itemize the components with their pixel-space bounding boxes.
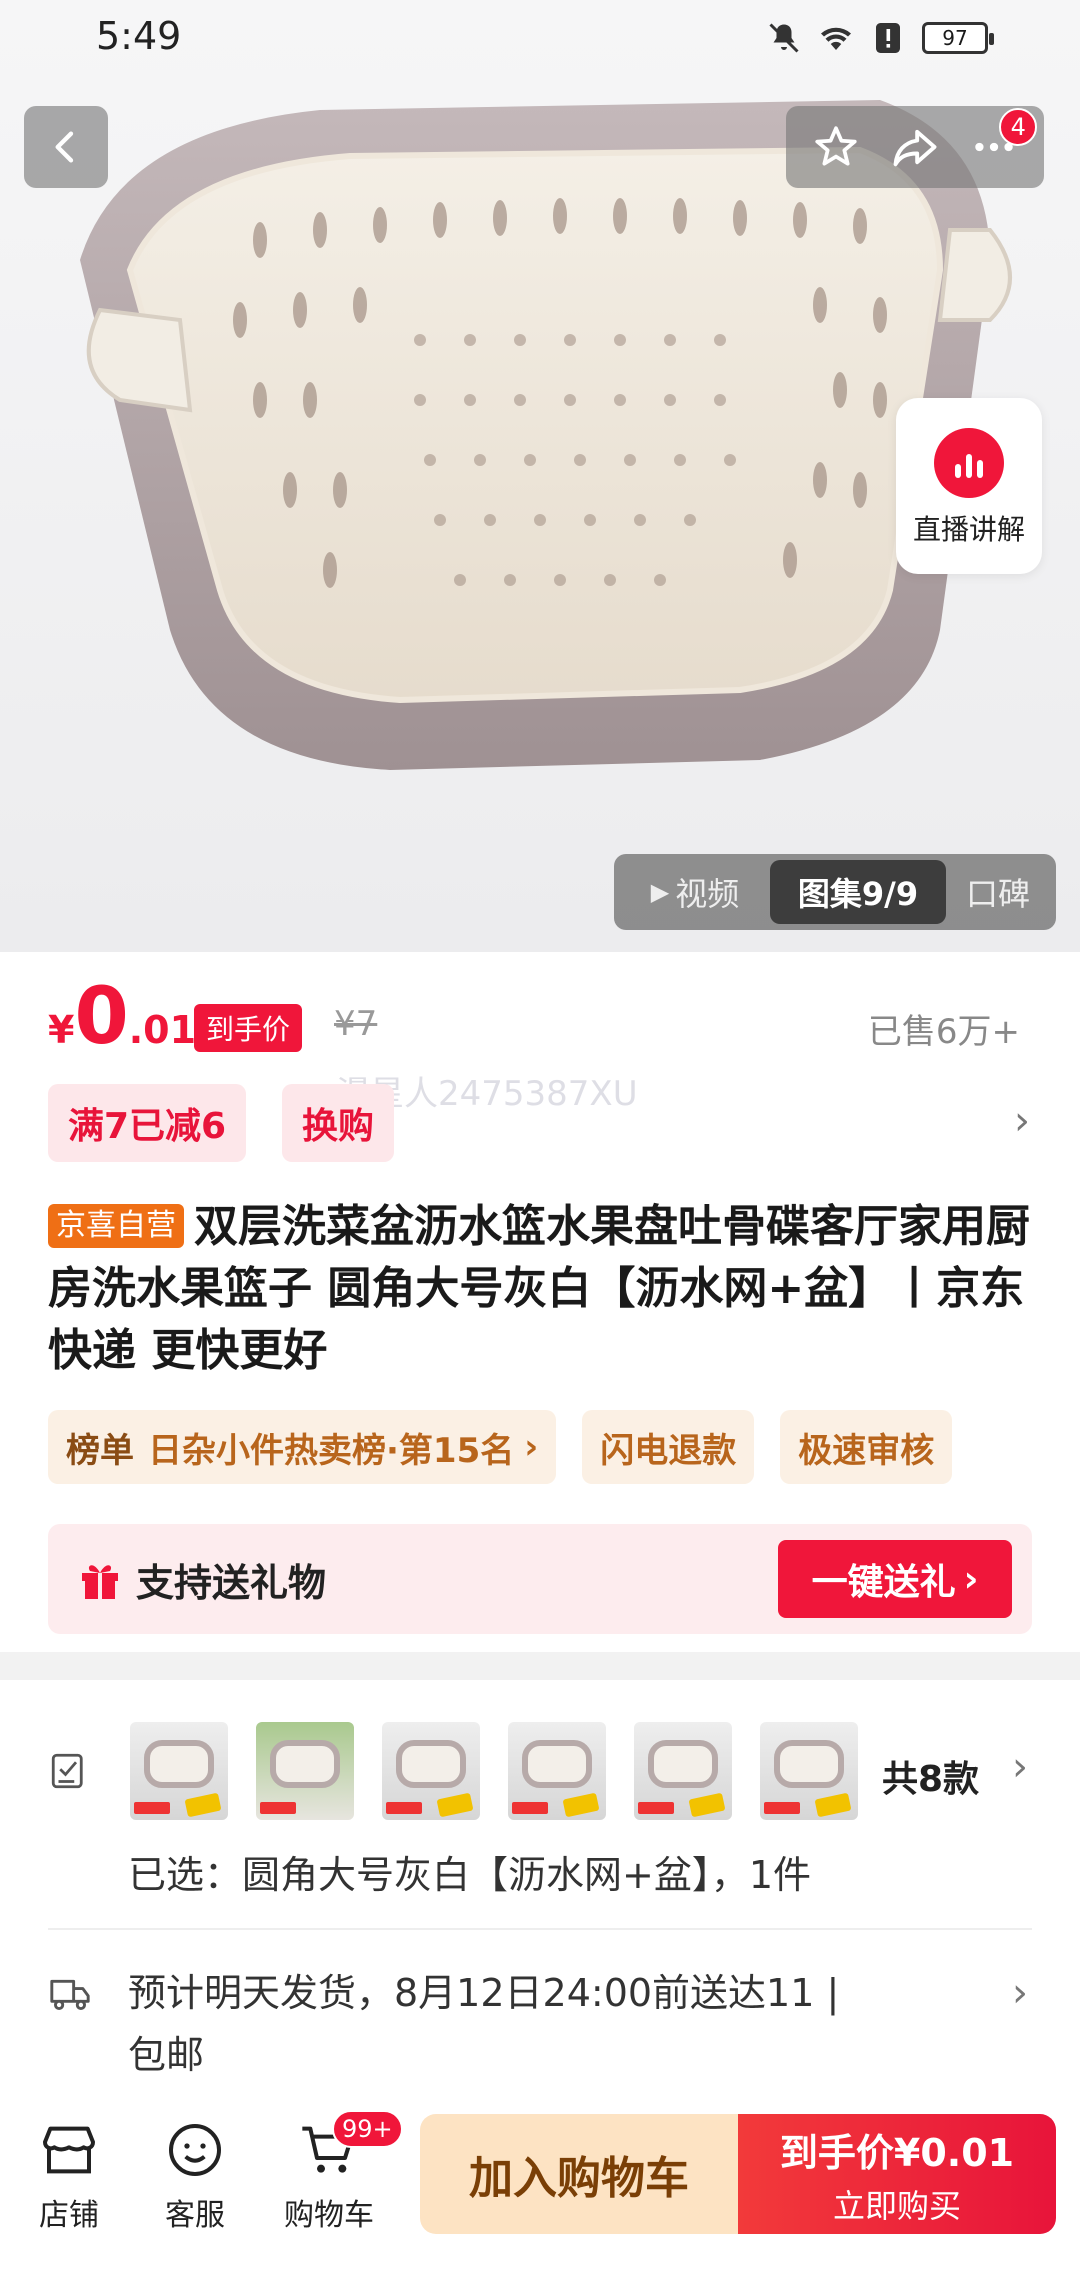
gift-text: 支持送礼物 — [136, 1560, 327, 1605]
sku-thumb[interactable] — [634, 1722, 732, 1820]
rank-text: 日杂小件热卖榜·第15名 — [148, 1430, 515, 1471]
battery-icon: 97 — [922, 22, 994, 54]
price-integer: 0 — [74, 972, 129, 1062]
shop-label: 店铺 — [39, 2198, 99, 2233]
chat-face-icon — [169, 2124, 221, 2176]
sku-thumb[interactable] — [508, 1722, 606, 1820]
price-decimal: .01 — [128, 1008, 197, 1052]
product-title: 京喜自营 双层洗菜盆沥水篮水果盘吐骨碟客厅家用厨房洗水果篮子 圆角大号灰白【沥水网… — [48, 1196, 1038, 1382]
status-icons: 97 — [766, 20, 994, 56]
back-button[interactable] — [24, 106, 108, 188]
sku-thumb[interactable] — [256, 1722, 354, 1820]
sku-card[interactable]: 共8款 › 已选：圆角大号灰白【沥水网+盆】，1件 预计明天发货，8月12日24… — [0, 1680, 1080, 2100]
star-icon — [815, 126, 857, 166]
buy-now-label: 立即购买 — [832, 2186, 961, 2225]
tab-video-label: 视频 — [675, 875, 740, 913]
cart-button[interactable]: 99+ 购物车 — [274, 2110, 403, 2234]
add-to-cart-button[interactable]: 加入购物车 — [420, 2114, 738, 2234]
price: ¥ 0 .01 — [48, 978, 196, 1056]
bottom-action-bar: 店铺 客服 99+ 购物车 加入购物车 到手价¥0.01 立即购买 — [0, 2100, 1080, 2280]
shipping-info[interactable]: 预计明天发货，8月12日24:00前送达11 | 包邮 — [128, 1962, 848, 2086]
original-price: ¥7 — [334, 1004, 378, 1044]
divider — [48, 1928, 1032, 1930]
sku-count[interactable]: 共8款 — [882, 1750, 979, 1802]
product-title-text: 双层洗菜盆沥水篮水果盘吐骨碟客厅家用厨房洗水果篮子 圆角大号灰白【沥水网+盆】丨… — [48, 1201, 1030, 1376]
live-explain-button[interactable]: 直播讲解 — [896, 398, 1042, 574]
play-icon: ▶ — [650, 878, 670, 906]
promo-discount[interactable]: 满7已减6 — [48, 1084, 247, 1162]
sku-thumb[interactable] — [382, 1722, 480, 1820]
more-button[interactable]: 4 — [965, 108, 1038, 176]
sku-thumb[interactable] — [760, 1722, 858, 1820]
share-icon — [893, 129, 937, 167]
chevron-right-icon[interactable]: › — [1012, 1970, 1028, 2016]
selected-sku[interactable]: 已选：圆角大号灰白【沥水网+盆】，1件 — [128, 1844, 811, 1899]
chip-fast-review[interactable]: 极速审核 — [780, 1410, 953, 1484]
gift-icon — [82, 1565, 118, 1599]
store-icon — [43, 2126, 95, 2174]
tab-review[interactable]: 口碑 — [946, 860, 1050, 924]
shop-button[interactable]: 店铺 — [14, 2118, 124, 2234]
live-explain-label: 直播讲解 — [912, 513, 1025, 546]
rank-row: 榜单 日杂小件热卖榜·第15名 › 闪电退款 极速审核 — [48, 1410, 953, 1484]
status-bar: 5:49 97 — [0, 0, 1080, 80]
promo-exchange[interactable]: 换购 — [282, 1084, 395, 1162]
self-operated-badge: 京喜自营 — [48, 1204, 184, 1248]
sold-count: 已售6万+ — [867, 1012, 1020, 1052]
message-badge: 4 — [999, 108, 1038, 146]
product-info-card: ¥ 0 .01 到手价 ¥7 已售6万+ 漫星人2475387XU 满7已减6 … — [0, 952, 1080, 1652]
favorite-button[interactable] — [807, 118, 865, 176]
buy-now-price: 到手价¥0.01 — [779, 2130, 1015, 2175]
live-icon — [934, 428, 1004, 498]
rank-chip[interactable]: 榜单 日杂小件热卖榜·第15名 › — [48, 1410, 557, 1484]
chevron-right-icon: › — [524, 1427, 539, 1467]
alert-icon — [876, 23, 900, 53]
buy-now-button[interactable]: 到手价¥0.01 立即购买 — [738, 2114, 1056, 2234]
send-gift-label: 一键送礼 — [811, 1562, 956, 1603]
chevron-left-icon — [55, 131, 74, 163]
chevron-right-icon: › — [963, 1558, 979, 1600]
tab-video[interactable]: ▶ 视频 — [620, 860, 770, 924]
cart-label: 购物车 — [284, 2198, 374, 2233]
service-label: 客服 — [165, 2198, 225, 2233]
customer-service-button[interactable]: 客服 — [140, 2118, 250, 2234]
final-price-tag: 到手价 — [194, 1004, 303, 1052]
gift-banner: 支持送礼物 一键送礼 › — [48, 1524, 1032, 1634]
selection-icon — [51, 1753, 83, 1789]
share-button[interactable] — [886, 118, 944, 176]
wifi-icon — [821, 27, 851, 50]
send-gift-button[interactable]: 一键送礼 › — [778, 1540, 1012, 1618]
sku-thumbnails — [130, 1722, 858, 1820]
mute-bell-icon — [769, 23, 799, 53]
delivery-truck-icon — [50, 1979, 90, 2010]
tab-album[interactable]: 图集9/9 — [770, 860, 946, 924]
status-time: 5:49 — [96, 14, 182, 58]
chevron-right-icon[interactable]: › — [1014, 1098, 1030, 1144]
product-gallery[interactable]: 5:49 97 4 直播讲解 ▶ 视频 图集9/9 口碑 — [0, 0, 1080, 952]
media-tabs: ▶ 视频 图集9/9 口碑 — [614, 854, 1056, 930]
chevron-right-icon[interactable]: › — [1012, 1744, 1028, 1790]
top-action-bar: 4 — [786, 106, 1044, 188]
sku-thumb[interactable] — [130, 1722, 228, 1820]
cart-count-badge: 99+ — [332, 2110, 403, 2148]
price-currency: ¥ — [48, 1008, 75, 1052]
rank-label: 榜单 — [66, 1430, 134, 1471]
chip-fast-refund[interactable]: 闪电退款 — [582, 1410, 755, 1484]
